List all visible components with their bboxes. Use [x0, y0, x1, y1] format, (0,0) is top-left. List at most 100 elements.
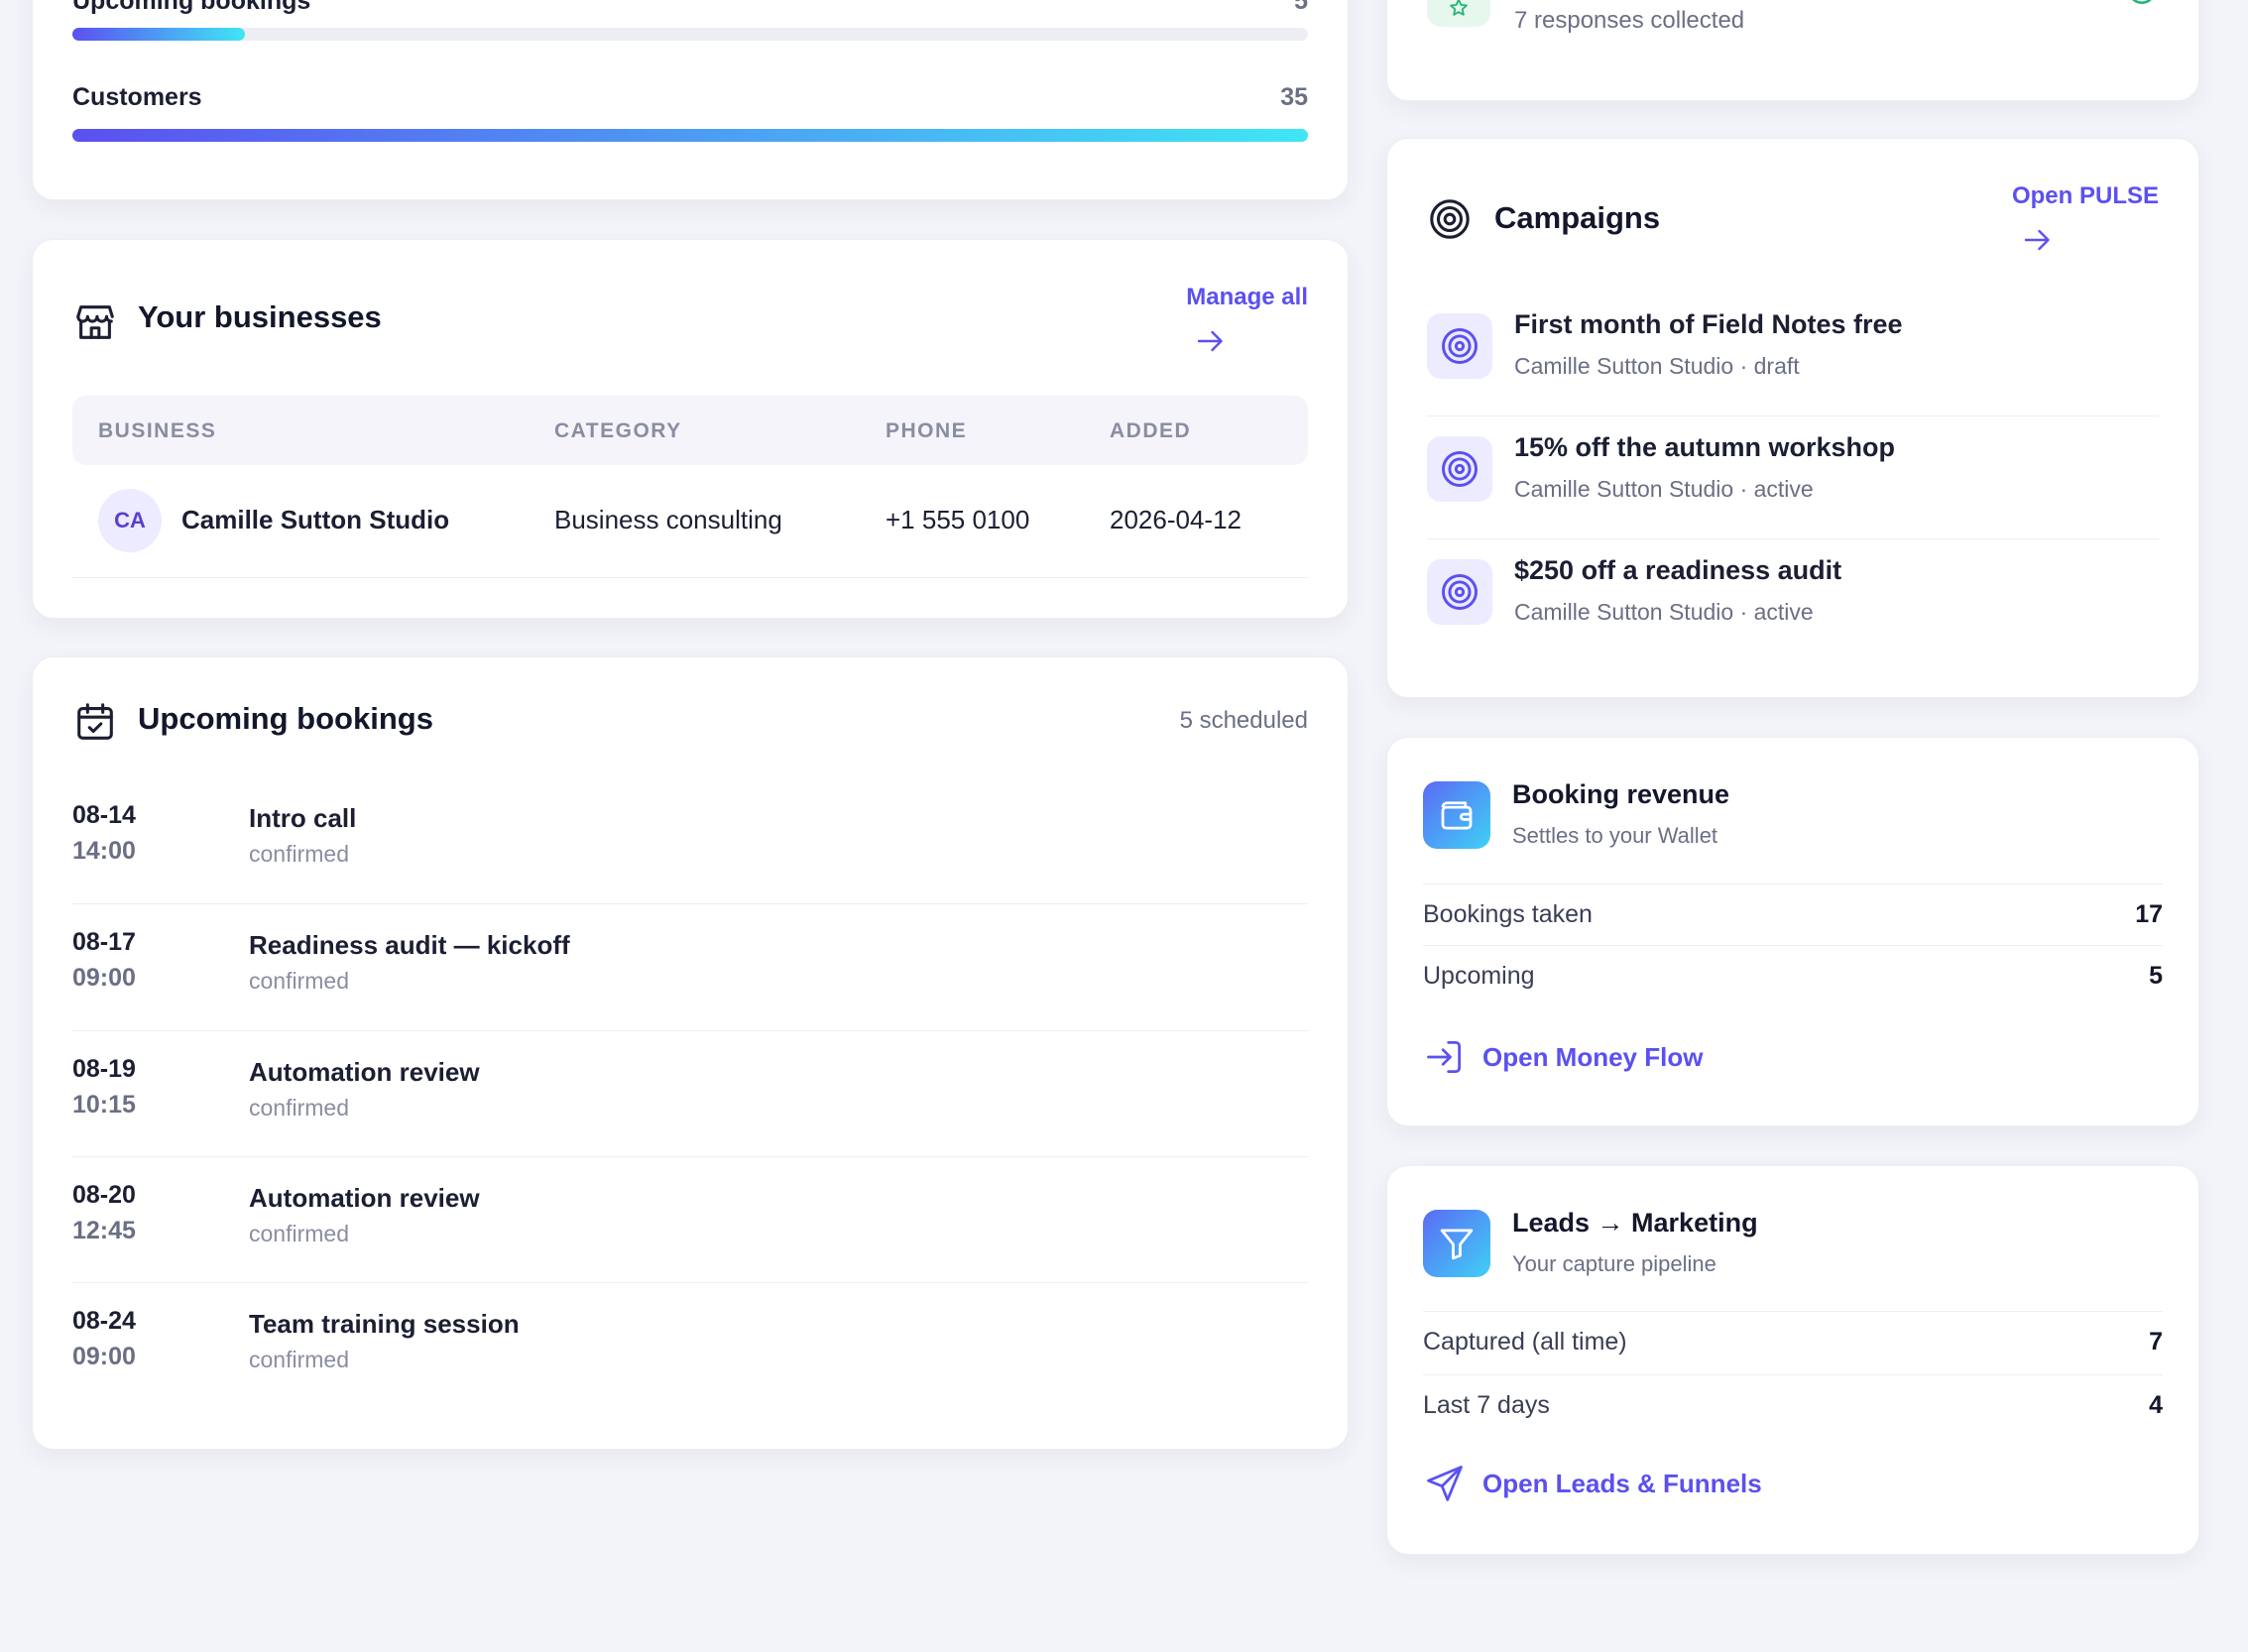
open-pulse-link[interactable]: Open PULSE: [2012, 182, 2159, 251]
booking-time: 10:15: [72, 1091, 136, 1119]
businesses-table-header: BUSINESS CATEGORY PHONE ADDED: [72, 396, 1308, 465]
target-icon: [1427, 436, 1492, 502]
col-phone: PHONE: [886, 419, 968, 442]
manage-all-link[interactable]: Manage all: [1186, 284, 1308, 352]
metric-upcoming-track: [72, 28, 1308, 41]
leads-marketing-card: Leads → Marketing Your capture pipeline …: [1386, 1165, 2199, 1555]
arrow-right-icon[interactable]: [1193, 323, 1229, 359]
col-business: BUSINESS: [98, 419, 217, 442]
metric-customers-fill: [72, 129, 1308, 142]
booking-revenue-title: Booking revenue: [1512, 779, 1730, 809]
booking-item[interactable]: 08-24 09:00 Team training session confir…: [72, 1307, 1308, 1434]
open-money-flow-label[interactable]: Open Money Flow: [1482, 1042, 1703, 1073]
wallet-icon: [1423, 781, 1490, 849]
booking-revenue-card: Booking revenue Settles to your Wallet B…: [1386, 737, 2199, 1126]
campaign-title: $250 off a readiness audit: [1514, 555, 1842, 585]
stat-row-upcoming: Upcoming 5: [1423, 945, 2163, 1006]
stat-row-last-7-days: Last 7 days 4: [1423, 1374, 2163, 1436]
col-added: ADDED: [1110, 419, 1192, 442]
booking-time: 09:00: [72, 964, 136, 992]
arrow-right-icon[interactable]: [2020, 222, 2056, 258]
booking-status: confirmed: [249, 968, 349, 994]
booking-status: confirmed: [249, 1347, 349, 1372]
booking-time: 14:00: [72, 837, 136, 865]
stat-label: Last 7 days: [1423, 1391, 1550, 1419]
stat-row-bookings-taken: Bookings taken 17: [1423, 884, 2163, 945]
avatar: CA: [98, 489, 162, 552]
bookings-count: 5 scheduled: [1179, 707, 1308, 734]
metric-customers-value: 35: [1280, 83, 1308, 111]
funnel-icon: [1423, 1210, 1490, 1277]
booking-item[interactable]: 08-17 09:00 Readiness audit — kickoff co…: [72, 928, 1308, 1055]
star-icon: [1427, 0, 1490, 27]
campaigns-title: Campaigns: [1494, 200, 1661, 235]
booking-item[interactable]: 08-20 12:45 Automation review confirmed: [72, 1181, 1308, 1308]
divider: [72, 1156, 1308, 1157]
campaign-item[interactable]: 15% off the autumn workshop Camille Sutt…: [1427, 432, 2159, 559]
booking-date: 08-20: [72, 1181, 136, 1209]
login-arrow-icon[interactable]: [1423, 1035, 1467, 1079]
bookings-title: Upcoming bookings: [138, 701, 433, 736]
target-icon: [1427, 196, 1473, 242]
metric-customers-label: Customers: [72, 83, 202, 111]
booking-item[interactable]: 08-14 14:00 Intro call confirmed: [72, 801, 1308, 928]
metric-upcoming-value: 5: [1294, 0, 1308, 15]
business-category: Business consulting: [554, 505, 782, 534]
booking-date: 08-14: [72, 801, 136, 829]
business-phone: +1 555 0100: [886, 505, 1030, 534]
stat-value: 17: [2135, 900, 2163, 928]
stat-label: Upcoming: [1423, 962, 1535, 990]
divider: [72, 1282, 1308, 1283]
leads-marketing-subtitle: Your capture pipeline: [1512, 1251, 1716, 1276]
manage-all-label[interactable]: Manage all: [1186, 284, 1308, 311]
calendar-check-icon: [72, 699, 118, 745]
table-row[interactable]: CA Camille Sutton Studio Business consul…: [72, 465, 1308, 578]
businesses-card: Your businesses Manage all BUSINESS CATE…: [32, 239, 1349, 619]
divider: [72, 1030, 1308, 1031]
booking-time: 09:00: [72, 1343, 136, 1370]
divider: [1427, 538, 2159, 539]
metric-customers-track: [72, 129, 1308, 142]
metric-customers-bar: [72, 129, 1308, 142]
stat-label: Captured (all time): [1423, 1328, 1627, 1356]
campaign-sub: Camille Sutton Studio · active: [1514, 476, 1814, 502]
metric-upcoming-bar: [72, 28, 1308, 41]
open-leads-funnels-link[interactable]: Open Leads & Funnels: [1423, 1462, 1762, 1505]
booking-date: 08-17: [72, 928, 136, 956]
campaign-item[interactable]: $250 off a readiness audit Camille Sutto…: [1427, 555, 2159, 682]
booking-date: 08-19: [72, 1055, 136, 1083]
bookings-card: Upcoming bookings 5 scheduled 08-14 14:0…: [32, 656, 1349, 1450]
business-name[interactable]: Camille Sutton Studio: [181, 505, 449, 535]
metric-upcoming-label: Upcoming bookings: [72, 0, 311, 15]
open-leads-funnels-label[interactable]: Open Leads & Funnels: [1482, 1469, 1762, 1499]
booking-status: confirmed: [249, 1221, 349, 1246]
target-icon: [1427, 313, 1492, 379]
stat-value: 5: [2149, 962, 2163, 990]
metric-customers: Customers 35: [72, 83, 1308, 123]
booking-item[interactable]: 08-19 10:15 Automation review confirmed: [72, 1055, 1308, 1182]
metrics-card: Upcoming bookings 5 Customers 35: [32, 0, 1349, 200]
target-icon: [1427, 559, 1492, 625]
leads-marketing-title: Leads → Marketing: [1512, 1208, 1758, 1238]
stat-row-captured: Captured (all time) 7: [1423, 1311, 2163, 1372]
booking-revenue-subtitle: Settles to your Wallet: [1512, 823, 1718, 848]
divider: [72, 903, 1308, 904]
booking-time: 12:45: [72, 1217, 136, 1244]
feedback-subtitle: 7 responses collected: [1514, 7, 1745, 34]
campaign-title: 15% off the autumn workshop: [1514, 432, 1896, 462]
booking-status: confirmed: [249, 841, 349, 867]
campaign-sub: Camille Sutton Studio · active: [1514, 599, 1814, 625]
campaign-title: First month of Field Notes free: [1514, 309, 1903, 339]
open-money-flow-link[interactable]: Open Money Flow: [1423, 1035, 1703, 1079]
send-icon[interactable]: [1423, 1462, 1467, 1505]
booking-status: confirmed: [249, 1095, 349, 1121]
open-pulse-label[interactable]: Open PULSE: [2012, 182, 2159, 210]
store-icon: [72, 299, 118, 345]
col-category: CATEGORY: [554, 419, 682, 442]
metric-upcoming: Upcoming bookings 5: [72, 0, 1308, 27]
businesses-title: Your businesses: [138, 299, 382, 334]
business-added: 2026-04-12: [1110, 505, 1242, 534]
booking-name: Automation review: [249, 1183, 480, 1213]
booking-name: Intro call: [249, 803, 357, 833]
campaign-item[interactable]: First month of Field Notes free Camille …: [1427, 309, 2159, 436]
